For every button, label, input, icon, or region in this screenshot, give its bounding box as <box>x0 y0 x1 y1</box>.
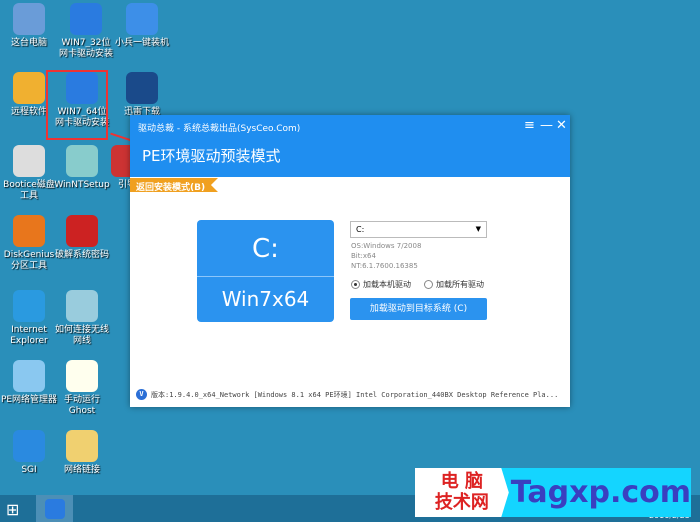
window-heading: PE环境驱动预装模式 <box>142 147 281 165</box>
icon-label: 这台电脑 <box>10 38 47 48</box>
app-icon <box>70 3 102 35</box>
icon-label: WIN7_32位 网卡驱动安装 <box>58 38 113 59</box>
icon-label: SGI <box>21 465 37 475</box>
app-icon <box>126 3 158 35</box>
app-icon <box>13 215 45 247</box>
taskbar-app-driver[interactable] <box>36 495 73 522</box>
menu-icon[interactable]: ≡ <box>524 118 535 133</box>
icon-label: 手动运行 Ghost <box>63 395 100 416</box>
watermark-logo: 电 脑 技术网 Tagxp.com <box>415 468 691 517</box>
info-os: OS:Windows 7/2008 <box>351 242 422 250</box>
desktop-icon[interactable]: WIN7_32位 网卡驱动安装 <box>57 3 115 60</box>
desktop-icon[interactable]: PE网络管理器 <box>0 360 58 406</box>
icon-label: Bootice磁盘 工具 <box>3 180 55 201</box>
watermark-en: Tagxp.com <box>500 468 691 517</box>
app-icon <box>126 72 158 104</box>
selection-highlight <box>46 70 108 140</box>
version-text: 版本:1.9.4.0_x64_Network [Windows 8.1 x64 … <box>151 390 559 399</box>
version-icon: V <box>136 389 147 400</box>
app-icon <box>66 290 98 322</box>
icon-label: 网络链接 <box>63 465 100 475</box>
title-bar[interactable]: 驱动总裁 - 系统总裁出品(SysCeo.Com) PE环境驱动预装模式 ≡ —… <box>130 115 570 177</box>
desktop-icon[interactable]: 破解系统密码 <box>53 215 111 261</box>
desktop-icon[interactable]: 网络链接 <box>53 430 111 476</box>
icon-label: 小兵一键装机 <box>114 38 169 48</box>
desktop-icon[interactable]: 这台电脑 <box>0 3 58 49</box>
app-icon <box>13 360 45 392</box>
close-icon[interactable]: ✕ <box>556 118 567 133</box>
watermark-cn: 电 脑 技术网 <box>415 468 509 517</box>
desktop-icon[interactable]: SGI <box>0 430 58 476</box>
app-icon <box>13 72 45 104</box>
desktop-icon[interactable]: 小兵一键装机 <box>113 3 171 49</box>
windows-start-icon[interactable]: ⊞ <box>6 500 19 519</box>
desktop-icon[interactable]: 如何连接无线 网线 <box>53 290 111 347</box>
chevron-down-icon: ▼ <box>475 225 481 233</box>
system-info: OS:Windows 7/2008 Bit:x64 NT:6.1.7600.16… <box>351 241 421 271</box>
radio-label: 加载所有驱动 <box>436 280 484 289</box>
app-icon <box>13 3 45 35</box>
back-to-install-tab[interactable]: 返回安装模式(B) <box>130 178 218 192</box>
app-icon <box>66 430 98 462</box>
desktop-icon[interactable]: Internet Explorer <box>0 290 58 347</box>
dropdown-value: C: <box>356 225 365 234</box>
app-icon <box>13 145 45 177</box>
icon-label: Internet Explorer <box>10 325 48 346</box>
radio-local-drivers[interactable]: 加载本机驱动 <box>351 279 411 290</box>
drive-card: C: Win7x64 <box>197 220 334 322</box>
icon-label: 如何连接无线 网线 <box>54 325 109 346</box>
drive-letter: C: <box>252 234 279 264</box>
radio-checked-icon <box>351 280 360 289</box>
icon-label: PE网络管理器 <box>0 395 58 405</box>
red-arrow <box>110 132 132 142</box>
info-bit: Bit:x64 <box>351 252 376 260</box>
info-nt: NT:6.1.7600.16385 <box>351 262 418 270</box>
desktop-icon[interactable]: 手动运行 Ghost <box>53 360 111 417</box>
os-label: Win7x64 <box>221 287 310 311</box>
desktop-icon[interactable]: Bootice磁盘 工具 <box>0 145 58 202</box>
minimize-icon[interactable]: — <box>540 118 553 133</box>
app-icon <box>13 290 45 322</box>
drive-dropdown[interactable]: C: ▼ <box>350 221 487 238</box>
app-icon <box>66 360 98 392</box>
driver-window: 驱动总裁 - 系统总裁出品(SysCeo.Com) PE环境驱动预装模式 ≡ —… <box>130 115 570 407</box>
desktop-icon[interactable]: DiskGenius 分区工具 <box>0 215 58 272</box>
desktop-icon[interactable]: 迅雷下载 <box>113 72 171 118</box>
app-icon <box>66 215 98 247</box>
radio-unchecked-icon <box>424 280 433 289</box>
radio-label: 加载本机驱动 <box>363 280 411 289</box>
radio-all-drivers[interactable]: 加载所有驱动 <box>424 279 484 290</box>
app-icon <box>66 145 98 177</box>
load-drivers-button[interactable]: 加载驱动到目标系统 (C) <box>350 298 487 320</box>
version-footer: V 版本:1.9.4.0_x64_Network [Windows 8.1 x64… <box>136 389 558 400</box>
icon-label: 破解系统密码 <box>54 250 109 260</box>
icon-label: DiskGenius 分区工具 <box>3 250 55 271</box>
app-icon <box>13 430 45 462</box>
window-title: 驱动总裁 - 系统总裁出品(SysCeo.Com) <box>138 124 301 134</box>
